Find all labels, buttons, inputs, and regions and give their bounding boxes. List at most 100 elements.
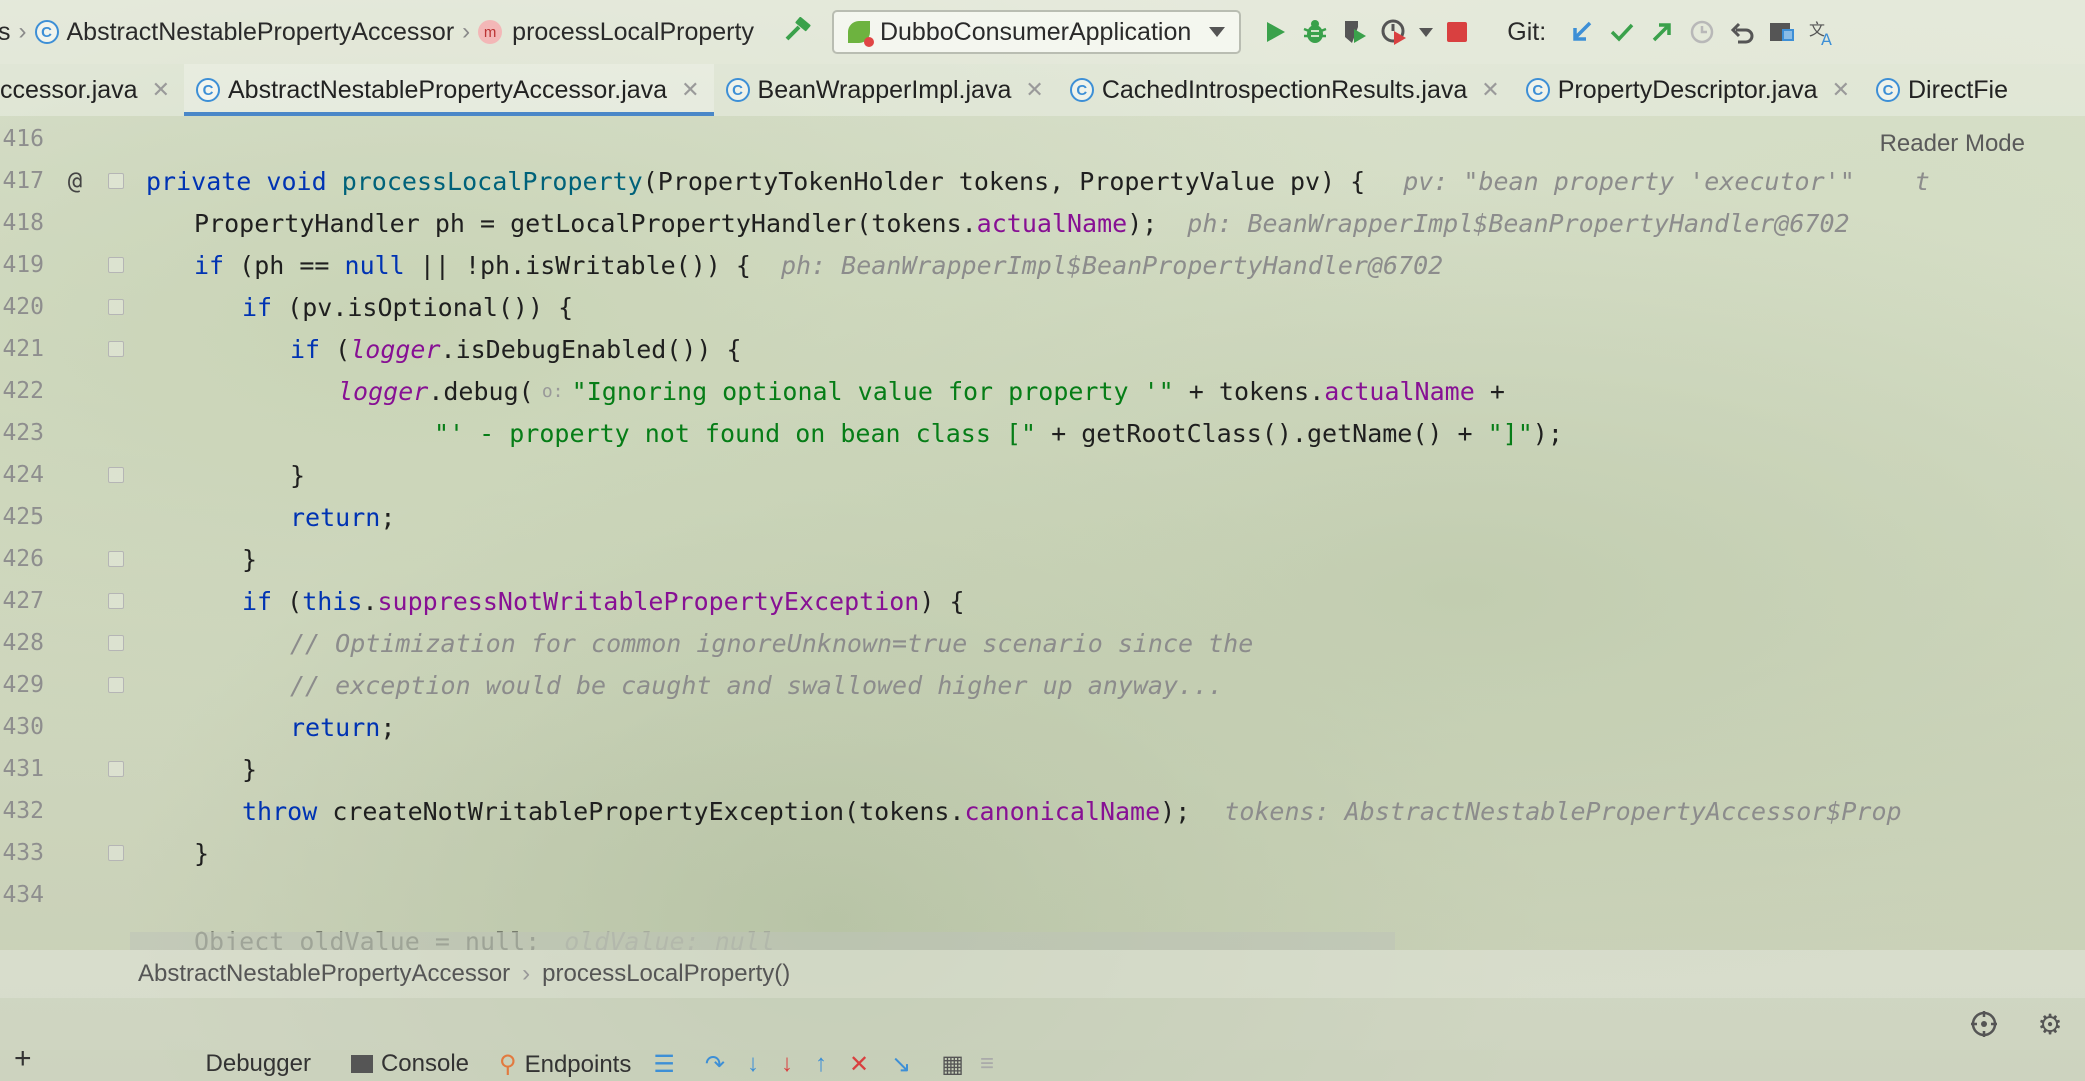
- chevron-down-icon[interactable]: [1415, 12, 1437, 52]
- fold-icon[interactable]: [108, 845, 124, 861]
- project-structure-icon[interactable]: [1762, 12, 1802, 52]
- code-line: 421 if (logger .isDebugEnabled()) {: [0, 328, 2085, 370]
- fold-icon[interactable]: [108, 467, 124, 483]
- svg-text:A: A: [1821, 30, 1832, 47]
- line-number: 421: [2, 336, 44, 362]
- code-text: "' - property not found on bean class ["…: [434, 419, 1563, 448]
- settings-icon[interactable]: ⚙: [2032, 1006, 2068, 1042]
- nav-crumb-method[interactable]: m processLocalProperty: [478, 18, 754, 47]
- run-to-cursor-icon[interactable]: ↘: [891, 1050, 911, 1079]
- target-icon[interactable]: [1966, 1006, 2002, 1042]
- tool-window-header: ⚙: [0, 998, 2085, 1050]
- step-into-icon[interactable]: ↓: [747, 1050, 759, 1078]
- run-icon[interactable]: [1255, 12, 1295, 52]
- code-line: 427 if (this. suppressNotWritableProperty…: [0, 580, 2085, 622]
- close-icon[interactable]: ✕: [1025, 77, 1043, 103]
- code-editor[interactable]: Reader Mode 416 417 @ private void proce…: [0, 116, 2085, 950]
- run-configuration-selector[interactable]: DubboConsumerApplication: [831, 10, 1242, 54]
- code-token: void: [266, 166, 327, 196]
- debugger-tab[interactable]: Debugger: [206, 1050, 311, 1078]
- debug-inline-value: pv: "bean property 'executor'": [1403, 166, 1855, 196]
- code-text: throw createNotWritablePropertyException…: [242, 797, 1902, 826]
- code-line: 420 if (pv.isOptional()) {: [0, 286, 2085, 328]
- history-icon[interactable]: [1682, 12, 1722, 52]
- debugger-toolbar: + Debugger Console ⚲ Endpoints ☰ ↷ ↓ ↓ ↑…: [0, 1050, 2085, 1081]
- tab-file-5[interactable]: C DirectFie: [1864, 64, 2022, 116]
- code-text: if (logger .isDebugEnabled()) {: [290, 335, 742, 364]
- code-token: processLocalProperty: [341, 166, 643, 196]
- endpoints-tab-label: Endpoints: [524, 1050, 632, 1078]
- fold-icon[interactable]: [108, 761, 124, 777]
- code-text: // exception would be caught and swallow…: [290, 671, 1223, 700]
- close-icon[interactable]: ✕: [1481, 77, 1499, 103]
- debug-icon[interactable]: [1295, 12, 1335, 52]
- force-step-into-icon[interactable]: ↓: [781, 1050, 793, 1078]
- rollback-icon[interactable]: [1722, 12, 1762, 52]
- fold-icon[interactable]: [108, 257, 124, 273]
- chevron-right-icon: ›: [522, 960, 531, 987]
- line-number: 422: [2, 378, 44, 404]
- close-icon[interactable]: ✕: [152, 77, 170, 103]
- override-icon[interactable]: @: [64, 167, 86, 195]
- code-token: (: [272, 586, 303, 616]
- code-comment: // Optimization for common ignoreUnknown…: [290, 628, 1254, 658]
- code-token: return: [290, 502, 381, 532]
- code-text: }: [194, 839, 209, 868]
- code-token: if: [242, 292, 273, 322]
- close-icon[interactable]: ✕: [681, 77, 699, 103]
- console-icon: [350, 1055, 373, 1073]
- line-number: 433: [2, 840, 44, 866]
- translate-icon[interactable]: 文A: [1802, 12, 1842, 52]
- evaluate-icon[interactable]: ▦: [941, 1050, 964, 1079]
- console-tab[interactable]: Console: [350, 1050, 469, 1078]
- nav-crumb-class[interactable]: C AbstractNestablePropertyAccessor ›: [34, 18, 479, 47]
- horizontal-scrollbar[interactable]: [130, 932, 1395, 950]
- trace-icon[interactable]: ≡: [980, 1050, 994, 1078]
- fold-icon[interactable]: [108, 635, 124, 651]
- code-token: + getRootClass().getName() +: [1036, 418, 1488, 448]
- nav-crumb-root[interactable]: s ›: [0, 18, 35, 47]
- tab-file-2[interactable]: C BeanWrapperImpl.java ✕: [714, 64, 1058, 116]
- fold-icon[interactable]: [108, 593, 124, 609]
- coverage-icon[interactable]: [1335, 12, 1375, 52]
- tab-file-1[interactable]: C AbstractNestablePropertyAccessor.java …: [184, 64, 714, 116]
- tab-file-0[interactable]: ccessor.java ✕: [0, 64, 184, 116]
- code-token: }: [242, 544, 258, 574]
- line-number: 423: [2, 420, 44, 446]
- hammer-icon[interactable]: [778, 12, 818, 52]
- threads-icon[interactable]: ☰: [653, 1050, 675, 1079]
- fold-icon[interactable]: [108, 341, 124, 357]
- code-text: return;: [290, 503, 395, 532]
- code-text: if (ph == null || !ph.isWritable()) {ph:…: [194, 251, 1443, 280]
- code-token: logger: [338, 376, 429, 406]
- code-line: 434: [0, 874, 2085, 916]
- tab-file-3[interactable]: C CachedIntrospectionResults.java ✕: [1058, 64, 1514, 116]
- code-text: }: [242, 755, 257, 784]
- class-icon: C: [34, 20, 59, 44]
- step-out-icon[interactable]: ↑: [815, 1050, 827, 1078]
- stop-icon[interactable]: [1437, 12, 1477, 52]
- close-icon[interactable]: ✕: [1832, 77, 1850, 103]
- endpoints-tab[interactable]: ⚲ Endpoints: [499, 1050, 631, 1079]
- line-number: 432: [2, 798, 44, 824]
- class-icon: C: [1525, 78, 1550, 102]
- step-over-icon[interactable]: ↷: [705, 1050, 725, 1079]
- git-push-icon[interactable]: [1642, 12, 1682, 52]
- git-update-icon[interactable]: [1562, 12, 1602, 52]
- fold-icon[interactable]: [108, 173, 124, 189]
- add-icon[interactable]: +: [14, 1050, 32, 1076]
- code-text: if (pv.isOptional()) {: [242, 293, 573, 322]
- git-commit-icon[interactable]: [1602, 12, 1642, 52]
- tab-file-4[interactable]: C PropertyDescriptor.java ✕: [1514, 64, 1864, 116]
- breadcrumb-class[interactable]: AbstractNestablePropertyAccessor: [138, 960, 510, 988]
- code-token: "]": [1487, 418, 1533, 448]
- fold-icon[interactable]: [108, 551, 124, 567]
- line-number: 426: [2, 546, 44, 572]
- drop-frame-icon[interactable]: ✕: [849, 1050, 869, 1079]
- breadcrumb-method[interactable]: processLocalProperty(): [542, 960, 790, 988]
- fold-icon[interactable]: [108, 299, 124, 315]
- code-text: PropertyHandler ph = getLocalPropertyHan…: [194, 209, 1850, 238]
- fold-icon[interactable]: [108, 677, 124, 693]
- code-text: }: [290, 461, 305, 490]
- profile-icon[interactable]: [1375, 12, 1415, 52]
